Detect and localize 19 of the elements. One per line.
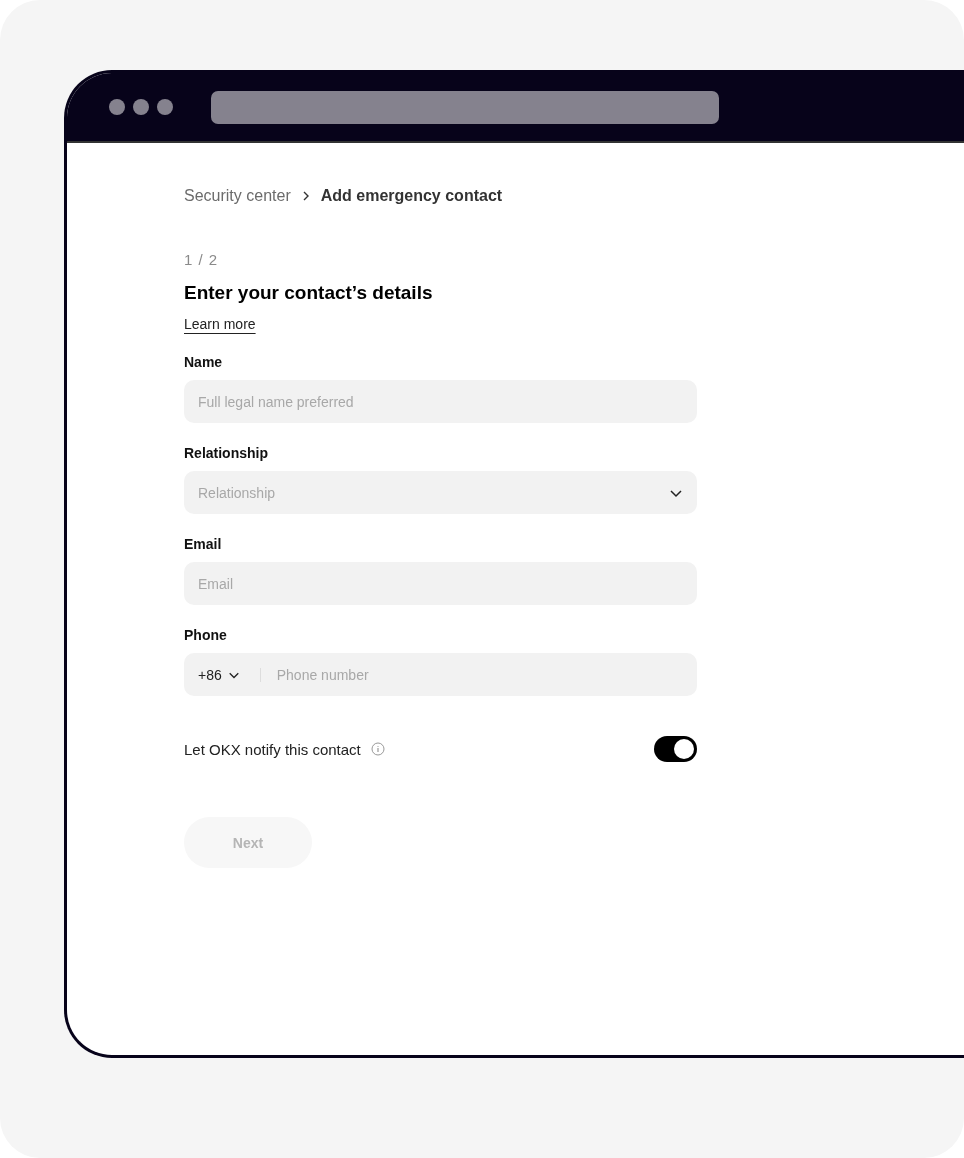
breadcrumb-link[interactable]: Security center bbox=[184, 187, 291, 205]
country-code-dropdown[interactable]: +86 bbox=[198, 666, 240, 683]
field-label: Relationship bbox=[184, 445, 269, 461]
page-title: Enter your contact’s details bbox=[184, 282, 434, 304]
field-label: Name bbox=[184, 354, 224, 370]
input-field[interactable]: Email bbox=[184, 562, 697, 605]
breadcrumb-current: Add emergency contact bbox=[320, 187, 503, 205]
notify-toggle[interactable] bbox=[654, 736, 697, 762]
window-dot-icon bbox=[109, 99, 125, 115]
window-dot-icon bbox=[133, 99, 149, 115]
learn-more-link[interactable]: Learn more bbox=[184, 316, 256, 332]
field-label: Phone bbox=[184, 627, 228, 643]
input-field[interactable]: Full legal name preferred bbox=[184, 380, 697, 423]
field-label: Email bbox=[184, 536, 223, 552]
notify-label: Let OKX notify this contact bbox=[184, 740, 361, 758]
step-counter: 1 / 2 bbox=[184, 251, 220, 268]
phone-field[interactable]: +86 Phone number bbox=[184, 653, 697, 696]
info-icon bbox=[370, 742, 385, 756]
window-dot-icon bbox=[157, 99, 173, 115]
